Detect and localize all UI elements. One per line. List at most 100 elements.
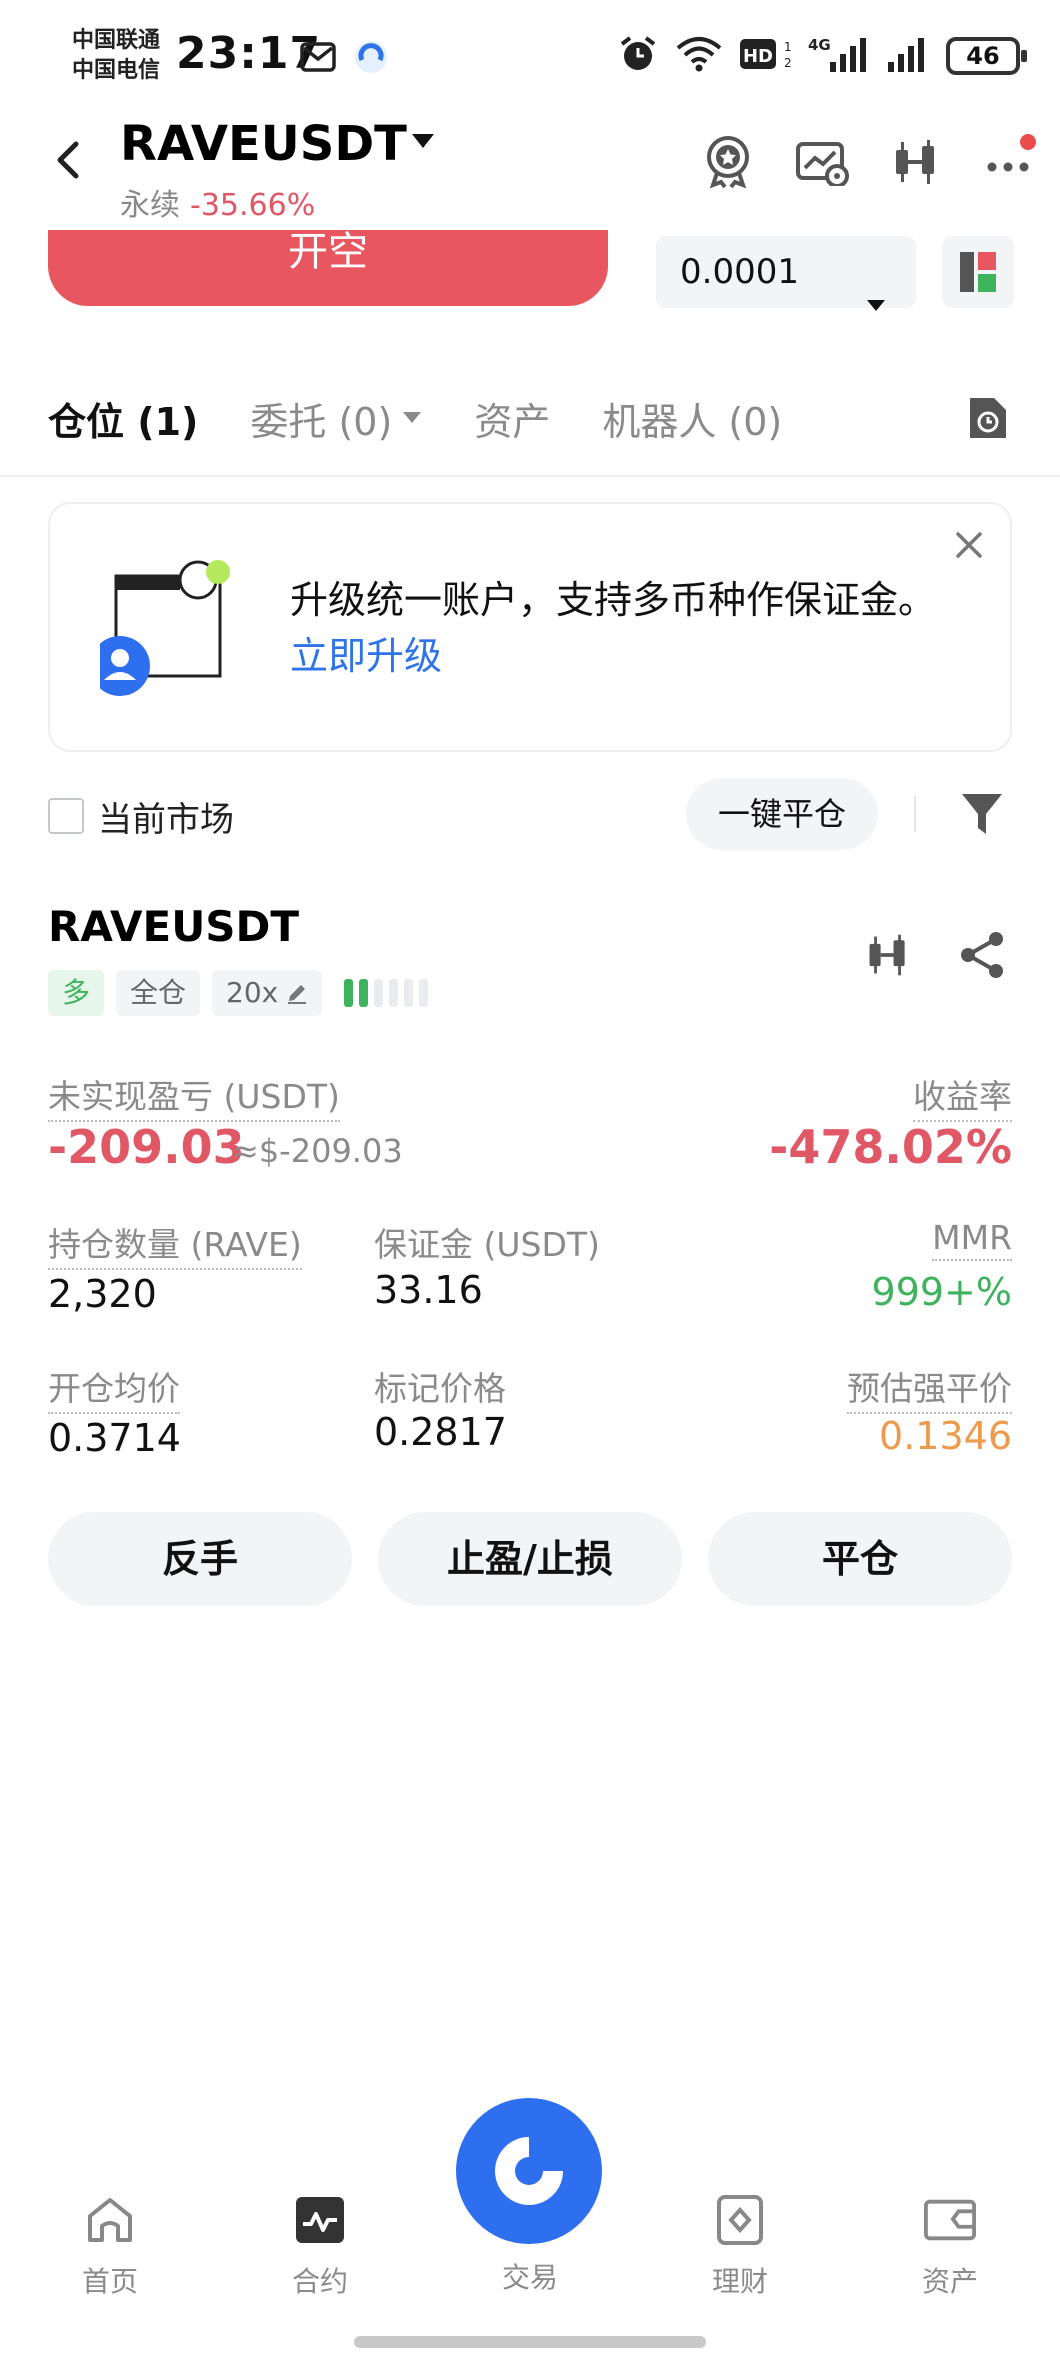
position-actions <box>864 930 1006 984</box>
liq-price-value: 0.1346 <box>879 1414 1012 1458</box>
quantity-step-value: 0.0001 <box>680 252 799 292</box>
carrier-2: 中国电信 <box>72 58 161 83</box>
banner-text: 升级统一账户，支持多币种作保证金。 <box>290 578 937 622</box>
nav-assets-label: 资产 <box>921 2265 978 2298</box>
reverse-button[interactable]: 反手 <box>48 1512 352 1606</box>
symbol-subline: 永续 -35.66% <box>120 180 315 224</box>
caret-down-icon[interactable] <box>410 132 436 154</box>
header: RAVEUSDT 永续 -35.66% <box>0 110 1060 230</box>
mmr-value: 999+% <box>871 1270 1012 1314</box>
signal-icon <box>886 34 930 78</box>
roe-label[interactable]: 收益率 <box>913 1070 1012 1122</box>
perp-label: 永续 <box>120 188 180 223</box>
svg-text:2: 2 <box>784 56 792 70</box>
badge-icon[interactable] <box>700 134 756 190</box>
header-actions <box>700 134 1038 190</box>
more-icon[interactable] <box>982 134 1038 190</box>
position-action-row: 反手 止盈/止损 平仓 <box>48 1512 1012 1606</box>
futures-icon <box>294 2194 346 2246</box>
divider <box>914 796 916 832</box>
size-label[interactable]: 持仓数量 (RAVE) <box>48 1218 302 1270</box>
entry-price-value: 0.3714 <box>48 1416 181 1460</box>
system-icons: HD 1 2 4G 46 <box>618 34 1027 78</box>
candlestick-icon[interactable] <box>888 134 944 190</box>
mark-price-label: 标记价格 <box>374 1369 506 1408</box>
signal-4g-icon: 4G <box>808 34 870 78</box>
mail-icon <box>300 42 336 76</box>
back-button[interactable] <box>50 140 90 180</box>
nav-earn[interactable]: 理财 <box>670 2194 810 2300</box>
trade-logo-icon <box>495 2137 563 2205</box>
tab-orders-label: 委托 (0) <box>250 399 393 444</box>
nav-trade-label[interactable]: 交易 <box>460 2256 600 2296</box>
history-icon[interactable] <box>966 394 1010 442</box>
position-symbol[interactable]: RAVEUSDT <box>48 902 299 951</box>
entry-price-label[interactable]: 开仓均价 <box>48 1362 180 1414</box>
home-icon <box>84 2194 136 2246</box>
nav-trade-button[interactable] <box>456 2098 602 2244</box>
wifi-icon <box>674 34 724 78</box>
notification-icons <box>300 38 390 80</box>
notification-dot <box>1020 134 1036 150</box>
chart-settings-icon[interactable] <box>794 134 850 190</box>
size-value: 2,320 <box>48 1272 157 1316</box>
quantity-step-select[interactable]: 0.0001 <box>656 236 916 311</box>
status-bar: 中国联通 中国电信 23:17 HD 1 2 4G 46 <box>0 0 1060 118</box>
filter-icon[interactable] <box>960 790 1004 838</box>
unified-account-illustration-icon <box>90 554 240 704</box>
unrealized-pnl-usd: ≈$-209.03 <box>232 1132 403 1170</box>
earn-icon <box>714 2194 766 2246</box>
alarm-icon <box>618 34 658 78</box>
close-position-button[interactable]: 平仓 <box>708 1512 1012 1606</box>
tab-bots[interactable]: 机器人 (0) <box>602 391 782 446</box>
symbol-title[interactable]: RAVEUSDT <box>120 116 407 172</box>
unrealized-pnl-label[interactable]: 未实现盈亏 (USDT) <box>48 1070 340 1122</box>
upgrade-banner[interactable]: 升级统一账户，支持多币种作保证金。立即升级 <box>48 502 1012 752</box>
nav-home-label: 首页 <box>81 2265 138 2298</box>
orderbook-layout-button[interactable] <box>942 236 1014 308</box>
hd-icon: HD 1 2 <box>740 35 792 77</box>
caret-down-icon <box>403 412 422 423</box>
candlestick-icon[interactable] <box>864 930 912 984</box>
margin-label: 保证金 (USDT) <box>374 1225 600 1264</box>
unrealized-pnl-value: -209.03 <box>48 1120 245 1174</box>
nav-assets[interactable]: 资产 <box>880 2194 1020 2300</box>
mark-price-value: 0.2817 <box>374 1410 507 1454</box>
tab-positions[interactable]: 仓位 (1) <box>48 391 198 446</box>
orderbook-layout-icon <box>960 252 996 292</box>
risk-level-indicator <box>344 979 429 1007</box>
close-all-button[interactable]: 一键平仓 <box>686 778 878 850</box>
upgrade-now-link[interactable]: 立即升级 <box>290 634 442 678</box>
open-short-button[interactable]: 开空 <box>48 230 608 306</box>
margin-mode-badge: 全仓 <box>116 970 201 1016</box>
tab-orders[interactable]: 委托 (0) <box>250 391 422 446</box>
carrier-info: 中国联通 中国电信 <box>72 26 160 86</box>
liq-price-label[interactable]: 预估强平价 <box>847 1362 1012 1414</box>
tab-assets[interactable]: 资产 <box>474 391 550 446</box>
share-icon[interactable] <box>958 930 1006 984</box>
svg-text:1: 1 <box>784 40 792 54</box>
leverage-badge[interactable]: 20x <box>212 970 323 1016</box>
position-tabs: 仓位 (1) 委托 (0) 资产 机器人 (0) <box>48 388 782 448</box>
banner-message: 升级统一账户，支持多币种作保证金。立即升级 <box>290 572 970 684</box>
nav-earn-label: 理财 <box>711 2265 768 2298</box>
position-tags: 多 全仓 20x <box>48 970 429 1016</box>
current-market-label[interactable]: 当前市场 <box>98 792 234 841</box>
svg-text:HD: HD <box>743 46 773 67</box>
mmr-label[interactable]: MMR <box>932 1218 1012 1261</box>
close-icon[interactable] <box>952 528 986 562</box>
nav-home[interactable]: 首页 <box>40 2194 180 2300</box>
app-notification-icon <box>352 38 390 80</box>
wallet-icon <box>924 2194 976 2246</box>
carrier-1: 中国联通 <box>72 28 161 53</box>
current-market-checkbox[interactable] <box>48 798 84 834</box>
tpsl-button[interactable]: 止盈/止损 <box>378 1512 682 1606</box>
caret-down-icon <box>866 266 886 338</box>
margin-value: 33.16 <box>374 1268 483 1312</box>
battery-indicator: 46 <box>946 37 1027 75</box>
nav-futures[interactable]: 合约 <box>250 2194 390 2300</box>
nav-futures-label: 合约 <box>291 2265 348 2298</box>
divider <box>0 475 1060 477</box>
home-indicator[interactable] <box>354 2336 706 2348</box>
leverage-value: 20x <box>226 976 279 1009</box>
